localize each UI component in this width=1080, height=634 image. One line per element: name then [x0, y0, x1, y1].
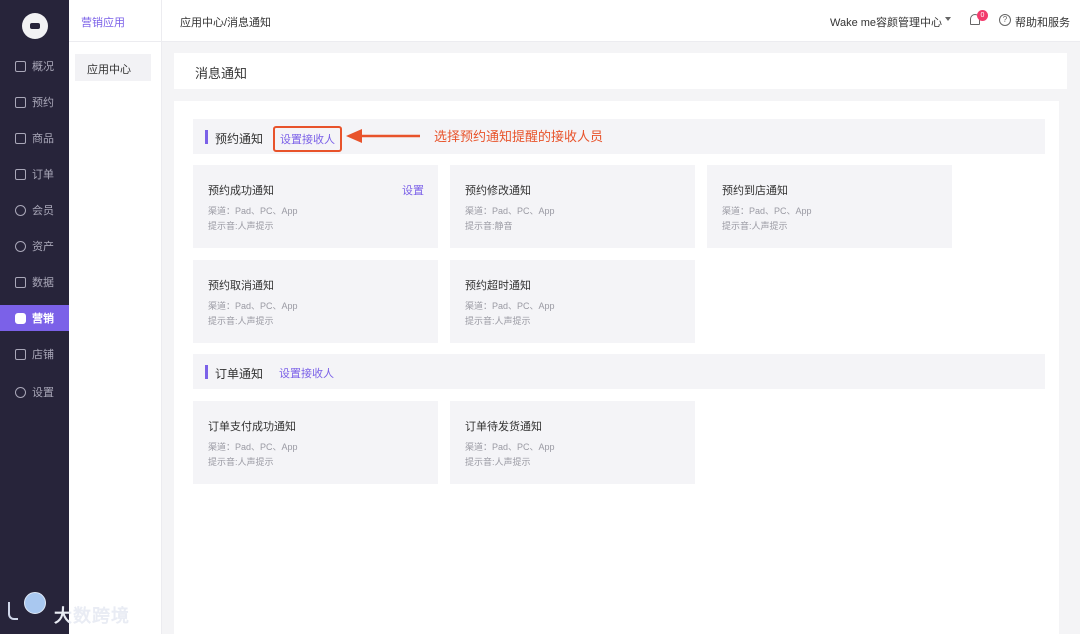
gear-icon — [15, 386, 26, 398]
divider — [69, 41, 162, 42]
notification-card[interactable]: 预约修改通知 渠道：Pad、PC、App 提示音:静音 — [450, 165, 695, 248]
card-channel: 渠道：Pad、PC、App — [208, 442, 298, 452]
section-header-orders: 订单通知 设置接收人 — [193, 354, 1045, 389]
card-title: 预约成功通知 — [208, 185, 274, 197]
notification-card[interactable]: 预约到店通知 渠道：Pad、PC、App 提示音:人声提示 — [707, 165, 952, 248]
nav-item-label: 订单 — [32, 169, 54, 181]
app-logo[interactable] — [22, 13, 48, 39]
card-title: 订单待发货通知 — [465, 421, 542, 433]
card-sound: 提示音:人声提示 — [208, 316, 274, 326]
monitor-icon — [15, 60, 26, 72]
nav-item-data[interactable]: 数据 — [0, 269, 69, 295]
nav-item-label: 预约 — [32, 97, 54, 109]
main-content: 预约通知 设置接收人 预约成功通知 设置 渠道：Pad、PC、App 提示音:人… — [174, 101, 1059, 634]
main-nav: 概况 预约 商品 订单 会员 资产 数据 营销 店铺 设置 — [0, 0, 69, 634]
section-accent-bar — [205, 365, 208, 379]
nav-item-marketing[interactable]: 营销 — [0, 305, 69, 331]
card-title: 预约取消通知 — [208, 280, 274, 292]
card-sound: 提示音:静音 — [465, 221, 513, 231]
nav-item-settings[interactable]: 设置 — [0, 379, 69, 405]
nav-item-label: 数据 — [32, 277, 54, 289]
nav-item-assets[interactable]: 资产 — [0, 233, 69, 259]
store-icon — [15, 348, 26, 360]
help-icon[interactable]: ? — [999, 14, 1011, 26]
card-sound: 提示音:人声提示 — [208, 457, 274, 467]
nav-item-label: 商品 — [32, 133, 54, 145]
card-channel: 渠道：Pad、PC、App — [465, 301, 555, 311]
card-channel: 渠道：Pad、PC、App — [722, 206, 812, 216]
card-channel: 渠道：Pad、PC、App — [465, 206, 555, 216]
notification-card[interactable]: 预约成功通知 设置 渠道：Pad、PC、App 提示音:人声提示 — [193, 165, 438, 248]
card-channel: 渠道：Pad、PC、App — [208, 206, 298, 216]
card-title: 预约修改通知 — [465, 185, 531, 197]
coin-icon — [15, 240, 26, 252]
bag-icon — [15, 132, 26, 144]
page-title: 消息通知 — [195, 66, 248, 81]
subnav-item-app-center[interactable]: 应用中心 — [75, 54, 151, 81]
card-title: 预约超时通知 — [465, 280, 531, 292]
card-sound: 提示音:人声提示 — [465, 457, 531, 467]
section-header-booking: 预约通知 设置接收人 — [193, 119, 1045, 154]
annotation-arrow-icon — [346, 129, 420, 143]
sub-sidebar: 营销应用 应用中心 — [69, 0, 162, 634]
nav-item-label: 店铺 — [32, 349, 54, 361]
set-recipients-link[interactable]: 设置接收人 — [273, 126, 342, 152]
watermark-mascot-icon — [24, 592, 46, 614]
nav-item-members[interactable]: 会员 — [0, 197, 69, 223]
card-title: 预约到店通知 — [722, 185, 788, 197]
nav-item-label: 资产 — [32, 241, 54, 253]
card-sound: 提示音:人声提示 — [722, 221, 788, 231]
top-header: 应用中心/消息通知 Wake me容颜管理中心 0 ? 帮助和服务 — [162, 0, 1080, 42]
store-selector[interactable]: Wake me容颜管理中心 — [830, 14, 942, 30]
grid-icon — [15, 312, 26, 324]
set-recipients-link[interactable]: 设置接收人 — [279, 365, 334, 381]
page-title-card: 消息通知 — [174, 53, 1067, 89]
nav-item-products[interactable]: 商品 — [0, 125, 69, 151]
nav-item-label: 会员 — [32, 205, 54, 217]
notification-badge: 0 — [977, 10, 988, 21]
subnav-title: 营销应用 — [81, 17, 125, 29]
nav-item-booking[interactable]: 预约 — [0, 89, 69, 115]
nav-item-label: 概况 — [32, 61, 54, 73]
nav-item-label: 设置 — [32, 387, 54, 399]
notification-card[interactable]: 订单待发货通知 渠道：Pad、PC、App 提示音:人声提示 — [450, 401, 695, 484]
nav-item-orders[interactable]: 订单 — [0, 161, 69, 187]
chart-icon — [15, 276, 26, 288]
watermark-text: 大数跨境 — [54, 606, 130, 626]
notification-card[interactable]: 预约取消通知 渠道：Pad、PC、App 提示音:人声提示 — [193, 260, 438, 343]
help-link[interactable]: 帮助和服务 — [1015, 14, 1070, 30]
notification-card[interactable]: 订单支付成功通知 渠道：Pad、PC、App 提示音:人声提示 — [193, 401, 438, 484]
watermark-logo-icon — [8, 602, 18, 620]
calendar-icon — [15, 96, 26, 108]
nav-item-overview[interactable]: 概况 — [0, 53, 69, 79]
annotation-text: 选择预约通知提醒的接收人员 — [434, 129, 604, 144]
card-channel: 渠道：Pad、PC、App — [208, 301, 298, 311]
list-icon — [15, 168, 26, 180]
watermark: 大数跨境 — [8, 592, 148, 628]
card-channel: 渠道：Pad、PC、App — [465, 442, 555, 452]
breadcrumb: 应用中心/消息通知 — [180, 17, 272, 29]
card-title: 订单支付成功通知 — [208, 421, 296, 433]
chevron-down-icon[interactable] — [945, 17, 951, 21]
notification-card[interactable]: 预约超时通知 渠道：Pad、PC、App 提示音:人声提示 — [450, 260, 695, 343]
card-sound: 提示音:人声提示 — [208, 221, 274, 231]
card-sound: 提示音:人声提示 — [465, 316, 531, 326]
nav-item-store[interactable]: 店铺 — [0, 341, 69, 367]
nav-item-label: 营销 — [32, 313, 54, 325]
section-accent-bar — [205, 130, 208, 144]
section-title: 订单通知 — [215, 367, 264, 381]
section-title: 预约通知 — [215, 132, 264, 146]
user-icon — [15, 204, 26, 216]
card-settings-link[interactable]: 设置 — [402, 182, 424, 198]
